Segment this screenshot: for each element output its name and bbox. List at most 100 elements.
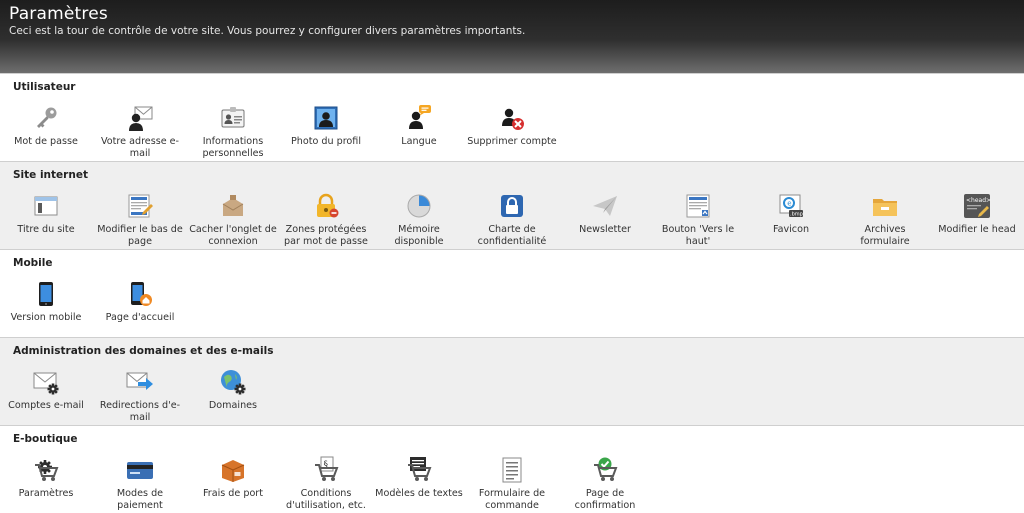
user-speech-icon bbox=[405, 104, 433, 132]
mail-forward-icon bbox=[126, 368, 154, 396]
setting-item-credit-card[interactable]: Modes de paiement bbox=[95, 456, 185, 511]
setting-item-user-delete[interactable]: Supprimer compte bbox=[467, 104, 557, 148]
setting-item-padlock[interactable]: Zones protégées par mot de passe bbox=[281, 192, 371, 247]
svg-text:e: e bbox=[787, 200, 791, 208]
pie-chart-icon bbox=[405, 192, 433, 220]
setting-item-mail-settings[interactable]: Comptes e-mail bbox=[1, 368, 91, 412]
setting-item-label: Favicon bbox=[772, 224, 810, 235]
setting-item-label: Bouton 'Vers le haut' bbox=[661, 224, 735, 247]
section-title: Utilisateur bbox=[13, 81, 76, 93]
setting-item-user-speech[interactable]: Langue bbox=[374, 104, 464, 148]
setting-item-head-tag[interactable]: <head> Modifier le head bbox=[932, 192, 1022, 236]
settings-section-4: Administration des domaines et des e-mai… bbox=[0, 337, 1024, 425]
setting-item-label: Titre du site bbox=[17, 224, 75, 235]
page-subtitle: Ceci est la tour de contrôle de votre si… bbox=[9, 25, 526, 37]
setting-item-label: Newsletter bbox=[579, 224, 631, 235]
favicon-icon: e .bmp bbox=[777, 192, 805, 220]
order-form-icon bbox=[498, 456, 526, 484]
setting-item-label: Page d'accueil bbox=[105, 312, 175, 323]
setting-item-user-mail[interactable]: Votre adresse e-mail bbox=[95, 104, 185, 159]
setting-item-label: Page de confirmation bbox=[574, 488, 636, 511]
setting-item-back-to-top[interactable]: Bouton 'Vers le haut' bbox=[653, 192, 743, 247]
phone-home-icon bbox=[126, 280, 154, 308]
setting-item-page-footer-edit[interactable]: Modifier le bas de page bbox=[95, 192, 185, 247]
user-mail-icon bbox=[126, 104, 154, 132]
setting-item-cart-text[interactable]: Modèles de textes bbox=[374, 456, 464, 500]
privacy-lock-icon bbox=[498, 192, 526, 220]
setting-item-label: Supprimer compte bbox=[467, 136, 557, 147]
setting-item-globe-settings[interactable]: Domaines bbox=[188, 368, 278, 412]
setting-item-label: Mémoire disponible bbox=[394, 224, 444, 247]
user-delete-icon bbox=[498, 104, 526, 132]
cart-terms-icon: § bbox=[312, 456, 340, 484]
page-title: Paramètres bbox=[9, 4, 108, 24]
settings-section-1: Utilisateur Mot de passe Votre adresse e-m… bbox=[0, 73, 1024, 161]
setting-item-label: Conditions d'utilisation, etc. bbox=[286, 488, 366, 511]
setting-item-label: Modifier le head bbox=[938, 224, 1016, 235]
setting-item-hide-tab[interactable]: Cacher l'onglet de connexion bbox=[188, 192, 278, 247]
setting-item-window-title[interactable]: Titre du site bbox=[1, 192, 91, 236]
setting-item-label: Zones protégées par mot de passe bbox=[284, 224, 368, 247]
globe-settings-icon bbox=[219, 368, 247, 396]
section-title: Site internet bbox=[13, 169, 88, 181]
section-title: E-boutique bbox=[13, 433, 78, 445]
setting-item-mail-forward[interactable]: Redirections d'e-mail bbox=[95, 368, 185, 423]
hide-tab-icon bbox=[219, 192, 247, 220]
setting-item-cart-terms[interactable]: § Conditions d'utilisation, etc. bbox=[281, 456, 371, 511]
setting-item-cart-gear[interactable]: Paramètres bbox=[1, 456, 91, 500]
setting-item-shipping-box[interactable]: Frais de port bbox=[188, 456, 278, 500]
setting-item-smartphone[interactable]: Version mobile bbox=[1, 280, 91, 324]
setting-item-label: Version mobile bbox=[10, 312, 82, 323]
setting-item-label: Charte de confidentialité bbox=[477, 224, 547, 247]
setting-item-phone-home[interactable]: Page d'accueil bbox=[95, 280, 185, 324]
page-header: Paramètres Ceci est la tour de contrôle … bbox=[0, 0, 1024, 73]
setting-item-label: Photo du profil bbox=[290, 136, 362, 147]
setting-item-label: Redirections d'e-mail bbox=[99, 400, 181, 423]
svg-text:<head>: <head> bbox=[966, 197, 991, 204]
settings-section-5: E-boutique Paramètres Modes de paiement Fra… bbox=[0, 425, 1024, 513]
cart-text-icon bbox=[405, 456, 433, 484]
setting-item-id-card[interactable]: Informations personnelles bbox=[188, 104, 278, 159]
setting-item-label: Mot de passe bbox=[14, 136, 78, 147]
setting-item-order-form[interactable]: Formulaire de commande bbox=[467, 456, 557, 511]
padlock-icon bbox=[312, 192, 340, 220]
smartphone-icon bbox=[32, 280, 60, 308]
folder-icon bbox=[871, 192, 899, 220]
credit-card-icon bbox=[126, 456, 154, 484]
setting-item-paper-plane[interactable]: Newsletter bbox=[560, 192, 650, 236]
back-to-top-icon bbox=[684, 192, 712, 220]
setting-item-label: Cacher l'onglet de connexion bbox=[189, 224, 277, 247]
settings-section-3: Mobile Version mobile Page d'accueil bbox=[0, 249, 1024, 337]
setting-item-label: Modifier le bas de page bbox=[97, 224, 183, 247]
mail-settings-icon bbox=[32, 368, 60, 396]
setting-item-profile-photo[interactable]: Photo du profil bbox=[281, 104, 371, 148]
key-icon bbox=[32, 104, 60, 132]
setting-item-label: Paramètres bbox=[18, 488, 74, 499]
setting-item-favicon[interactable]: e .bmp Favicon bbox=[746, 192, 836, 236]
setting-item-key[interactable]: Mot de passe bbox=[1, 104, 91, 148]
setting-item-pie-chart[interactable]: Mémoire disponible bbox=[374, 192, 464, 247]
setting-item-label: Domaines bbox=[208, 400, 258, 411]
head-tag-icon: <head> bbox=[963, 192, 991, 220]
setting-item-privacy-lock[interactable]: Charte de confidentialité bbox=[467, 192, 557, 247]
settings-section-2: Site internet Titre du site Modifier le ba… bbox=[0, 161, 1024, 249]
paper-plane-icon bbox=[591, 192, 619, 220]
cart-check-icon bbox=[591, 456, 619, 484]
setting-item-label: Frais de port bbox=[202, 488, 264, 499]
section-title: Administration des domaines et des e-mai… bbox=[13, 345, 274, 357]
setting-item-label: Comptes e-mail bbox=[8, 400, 84, 411]
page-footer-edit-icon bbox=[126, 192, 154, 220]
shipping-box-icon bbox=[219, 456, 247, 484]
window-title-icon bbox=[32, 192, 60, 220]
setting-item-folder[interactable]: Archives formulaire bbox=[840, 192, 930, 247]
setting-item-label: Modèles de textes bbox=[375, 488, 463, 499]
svg-text:.bmp: .bmp bbox=[790, 212, 803, 218]
setting-item-label: Langue bbox=[401, 136, 437, 147]
id-card-icon bbox=[219, 104, 247, 132]
profile-photo-icon bbox=[312, 104, 340, 132]
setting-item-label: Votre adresse e-mail bbox=[100, 136, 180, 159]
setting-item-label: Informations personnelles bbox=[202, 136, 264, 159]
setting-item-cart-check[interactable]: Page de confirmation bbox=[560, 456, 650, 511]
section-title: Mobile bbox=[13, 257, 53, 269]
cart-gear-icon bbox=[32, 456, 60, 484]
